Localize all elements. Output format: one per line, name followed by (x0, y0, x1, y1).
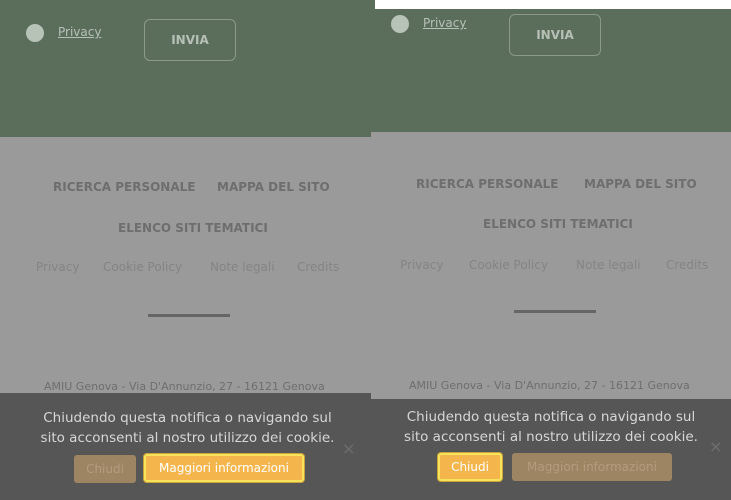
cookie-close-button[interactable]: Chiudi (438, 453, 502, 481)
address-text: AMIU Genova - Via D'Annunzio, 27 - 16121… (44, 380, 325, 393)
divider (148, 314, 230, 317)
privacy-link[interactable]: Privacy (58, 25, 101, 39)
footer-link-cookie-policy[interactable]: Cookie Policy (103, 260, 182, 274)
address-text: AMIU Genova - Via D'Annunzio, 27 - 16121… (409, 379, 690, 392)
close-icon[interactable]: × (709, 439, 722, 455)
cookie-message-line-2: sito acconsenti al nostro utilizzo dei c… (404, 429, 698, 445)
privacy-radio[interactable] (391, 15, 409, 33)
footer-link-privacy[interactable]: Privacy (36, 260, 79, 274)
footer-link-credits[interactable]: Credits (666, 258, 708, 272)
cookie-message-line-2: sito acconsenti al nostro utilizzo dei c… (40, 430, 335, 446)
cookie-close-button[interactable]: Chiudi (74, 455, 136, 483)
screenshot-panel-right: Privacy INVIA RICERCA PERSONALE MAPPA DE… (371, 9, 731, 500)
footer-link-legal-notes[interactable]: Note legali (210, 260, 275, 274)
footer-link-cookie-policy[interactable]: Cookie Policy (469, 258, 548, 272)
nav-link-thematic-sites[interactable]: ELENCO SITI TEMATICI (118, 221, 268, 235)
cookie-message-line-1: Chiudendo questa notifica o navigando su… (43, 410, 332, 426)
divider (514, 310, 596, 313)
send-button[interactable]: INVIA (509, 14, 601, 56)
privacy-link[interactable]: Privacy (423, 16, 466, 30)
send-button[interactable]: INVIA (144, 19, 236, 61)
close-icon[interactable]: × (342, 441, 355, 457)
cookie-more-info-button[interactable]: Maggiori informazioni (512, 453, 672, 481)
nav-link-personal-search[interactable]: RICERCA PERSONALE (416, 177, 558, 191)
footer-link-credits[interactable]: Credits (297, 260, 339, 274)
cookie-more-info-button[interactable]: Maggiori informazioni (144, 454, 304, 482)
nav-link-sitemap[interactable]: MAPPA DEL SITO (584, 177, 697, 191)
footer-link-privacy[interactable]: Privacy (400, 258, 443, 272)
cookie-message-line-1: Chiudendo questa notifica o navigando su… (406, 409, 696, 425)
privacy-radio[interactable] (26, 24, 44, 42)
nav-link-personal-search[interactable]: RICERCA PERSONALE (53, 180, 195, 194)
nav-link-thematic-sites[interactable]: ELENCO SITI TEMATICI (483, 217, 633, 231)
footer-link-legal-notes[interactable]: Note legali (576, 258, 641, 272)
screenshot-panel-left: Privacy INVIA RICERCA PERSONALE MAPPA DE… (0, 0, 375, 500)
nav-link-sitemap[interactable]: MAPPA DEL SITO (217, 180, 330, 194)
